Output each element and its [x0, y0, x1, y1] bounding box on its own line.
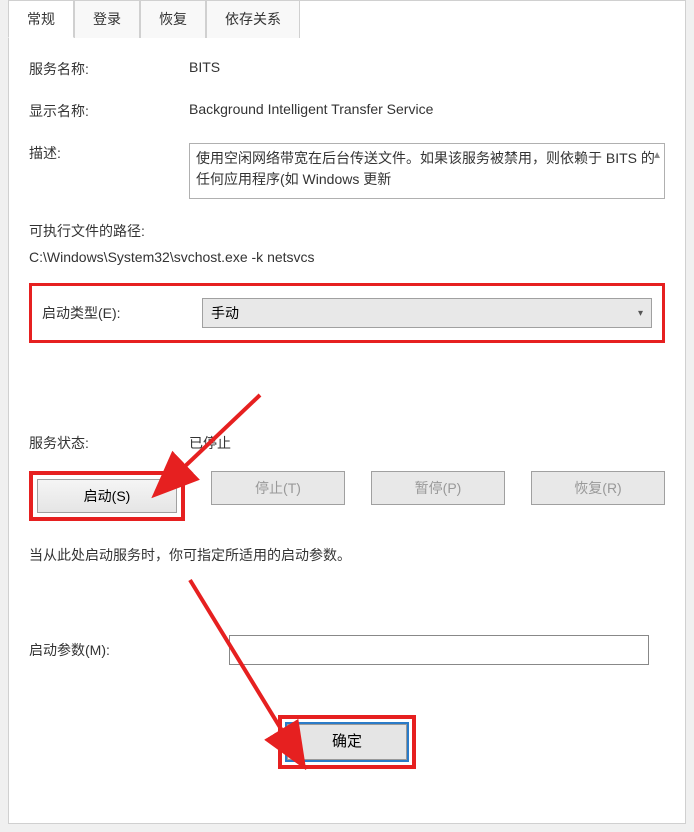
startup-params-label: 启动参数(M):: [29, 640, 229, 660]
scroll-up-icon[interactable]: ▲: [652, 148, 662, 163]
service-status-label: 服务状态:: [29, 433, 189, 453]
service-status-value: 已停止: [189, 433, 231, 453]
startup-type-highlight: 启动类型(E): 手动 ▾: [29, 283, 665, 343]
resume-button: 恢复(R): [531, 471, 665, 505]
description-label: 描述:: [29, 143, 189, 163]
tab-dependencies[interactable]: 依存关系: [206, 0, 300, 38]
tab-general[interactable]: 常规: [8, 0, 74, 38]
startup-type-label: 启动类型(E):: [42, 303, 202, 323]
tab-bar: 常规 登录 恢复 依存关系: [8, 0, 684, 38]
startup-type-value: 手动: [211, 303, 239, 323]
description-textbox[interactable]: 使用空闲网络带宽在后台传送文件。如果该服务被禁用，则依赖于 BITS 的任何应用…: [189, 143, 665, 199]
service-name-value: BITS: [189, 59, 220, 75]
general-panel: 服务名称: BITS 显示名称: Background Intelligent …: [9, 39, 685, 781]
display-name-value: Background Intelligent Transfer Service: [189, 101, 433, 117]
ok-button-highlight: 确定: [278, 715, 416, 769]
tab-recovery[interactable]: 恢复: [140, 0, 206, 38]
chevron-down-icon: ▾: [638, 308, 643, 319]
tab-logon[interactable]: 登录: [74, 0, 140, 38]
exe-path-label: 可执行文件的路径:: [29, 221, 665, 241]
ok-button-focus-ring: 确定: [285, 722, 409, 762]
start-button[interactable]: 启动(S): [37, 479, 177, 513]
service-name-label: 服务名称:: [29, 59, 189, 79]
description-text: 使用空闲网络带宽在后台传送文件。如果该服务被禁用，则依赖于 BITS 的任何应用…: [196, 150, 655, 187]
stop-button: 停止(T): [211, 471, 345, 505]
display-name-label: 显示名称:: [29, 101, 189, 121]
startup-params-input[interactable]: [229, 635, 649, 665]
ok-button[interactable]: 确定: [287, 724, 407, 760]
start-button-highlight: 启动(S): [29, 471, 185, 521]
exe-path-value: C:\Windows\System32\svchost.exe -k netsv…: [29, 249, 665, 265]
service-properties-dialog: 常规 登录 恢复 依存关系 服务名称: BITS 显示名称: Backgroun…: [8, 0, 686, 824]
startup-type-select[interactable]: 手动 ▾: [202, 298, 652, 328]
startup-hint-text: 当从此处启动服务时，你可指定所适用的启动参数。: [29, 545, 665, 565]
pause-button: 暂停(P): [371, 471, 505, 505]
